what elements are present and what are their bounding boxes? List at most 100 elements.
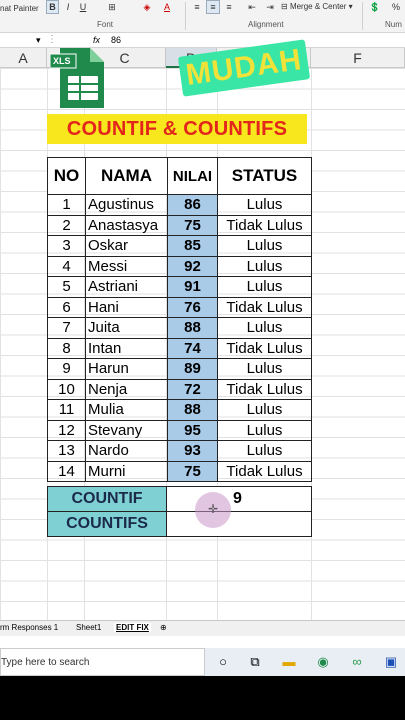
cell-nilai[interactable]: 72 [167, 378, 218, 400]
cell-no[interactable]: 3 [47, 235, 86, 257]
column-header-a[interactable]: A [0, 48, 47, 68]
header-nama[interactable]: NAMA [85, 157, 168, 195]
taskbar-search-placeholder: Type here to search [1, 657, 90, 668]
cell-nilai[interactable]: 93 [167, 440, 218, 462]
cell-no[interactable]: 1 [47, 194, 86, 216]
cell-nilai[interactable]: 92 [167, 255, 218, 277]
cell-status[interactable]: Lulus [217, 440, 312, 462]
italic-button[interactable]: I [62, 0, 74, 14]
add-sheet-icon[interactable]: ⊕ [160, 623, 167, 632]
cell-nama[interactable]: Agustinus [85, 194, 168, 216]
status-bar [0, 636, 405, 648]
cell-no[interactable]: 8 [47, 337, 86, 359]
cell-nilai[interactable]: 89 [167, 358, 218, 380]
cell-no[interactable]: 13 [47, 440, 86, 462]
cortana-icon[interactable]: ○ [214, 653, 232, 671]
tab-edit-fix[interactable]: EDIT FIX [114, 623, 151, 632]
cell-nama[interactable]: Intan [85, 337, 168, 359]
cell-nilai[interactable]: 74 [167, 337, 218, 359]
cell-status[interactable]: Lulus [217, 317, 312, 339]
cell-nama[interactable]: Nardo [85, 440, 168, 462]
cell-nilai[interactable]: 75 [167, 460, 218, 482]
header-status[interactable]: STATUS [217, 157, 312, 195]
data-table: NO NAMA NILAI STATUS 1 Agustinus 86 Lulus 2 A… [47, 157, 312, 482]
bold-button[interactable]: B [46, 0, 59, 14]
cell-no[interactable]: 11 [47, 399, 86, 421]
cell-status[interactable]: Lulus [217, 419, 312, 441]
tab-sheet1[interactable]: Sheet1 [76, 623, 101, 632]
cell-nilai[interactable]: 85 [167, 235, 218, 257]
tripadvisor-icon[interactable]: ∞ [348, 653, 366, 671]
cell-status[interactable]: Lulus [217, 235, 312, 257]
fill-color-icon[interactable]: ◈ [138, 0, 156, 14]
cell-nilai[interactable]: 75 [167, 214, 218, 236]
cell-nama[interactable]: Murni [85, 460, 168, 482]
cell-nama[interactable]: Hani [85, 296, 168, 318]
cell-no[interactable]: 6 [47, 296, 86, 318]
name-box-dropdown-icon[interactable]: ▾ [36, 35, 41, 46]
cell-no[interactable]: 10 [47, 378, 86, 400]
underline-button[interactable]: U [77, 0, 89, 14]
cell-no[interactable]: 9 [47, 358, 86, 380]
cell-nama[interactable]: Oskar [85, 235, 168, 257]
cell-no[interactable]: 2 [47, 214, 86, 236]
align-right-icon[interactable]: ≡ [222, 0, 236, 14]
cell-no[interactable]: 4 [47, 255, 86, 277]
app-window-icon[interactable]: ▣ [382, 653, 400, 671]
column-header-f[interactable]: F [311, 48, 405, 68]
formula-input[interactable]: 86 [111, 35, 121, 45]
cell-nama[interactable]: Messi [85, 255, 168, 277]
outdent-icon[interactable]: ⇥ [262, 0, 278, 14]
cell-nilai[interactable]: 76 [167, 296, 218, 318]
bottom-bar [0, 676, 405, 720]
cell-status[interactable]: Tidak Lulus [217, 337, 312, 359]
cell-status[interactable]: Tidak Lulus [217, 214, 312, 236]
cell-nilai[interactable]: 86 [167, 194, 218, 216]
task-view-icon[interactable]: ⧉ [246, 653, 264, 671]
header-no[interactable]: NO [47, 157, 86, 195]
cell-status[interactable]: Tidak Lulus [217, 296, 312, 318]
indent-icon[interactable]: ⇤ [244, 0, 260, 14]
cell-nilai[interactable]: 88 [167, 317, 218, 339]
percent-button[interactable]: % [390, 0, 402, 14]
countifs-label[interactable]: COUNTIFS [47, 511, 167, 537]
xls-logo-label: XLS [53, 56, 71, 66]
cell-nama[interactable]: Juita [85, 317, 168, 339]
cell-status[interactable]: Tidak Lulus [217, 460, 312, 482]
cell-nilai[interactable]: 88 [167, 399, 218, 421]
countif-value-cell[interactable]: 9 [166, 486, 312, 512]
cell-nilai[interactable]: 95 [167, 419, 218, 441]
cell-nama[interactable]: Harun [85, 358, 168, 380]
cell-status[interactable]: Lulus [217, 358, 312, 380]
cell-no[interactable]: 7 [47, 317, 86, 339]
align-center-icon[interactable]: ≡ [206, 0, 220, 14]
cell-nama[interactable]: Anastasya [85, 214, 168, 236]
header-nilai[interactable]: NILAI [167, 157, 218, 195]
countifs-value-cell[interactable] [166, 511, 312, 537]
cell-nilai[interactable]: 91 [167, 276, 218, 298]
cell-nama[interactable]: Nenja [85, 378, 168, 400]
tab-form-responses[interactable]: rm Responses 1 [0, 623, 58, 632]
countif-label[interactable]: COUNTIF [47, 486, 167, 512]
cell-no[interactable]: 12 [47, 419, 86, 441]
cell-nama[interactable]: Stevany [85, 419, 168, 441]
cell-status[interactable]: Lulus [217, 399, 312, 421]
cell-status[interactable]: Lulus [217, 276, 312, 298]
align-left-icon[interactable]: ≡ [190, 0, 204, 14]
format-painter-button[interactable]: nat Painter [0, 4, 39, 13]
cell-status[interactable]: Lulus [217, 194, 312, 216]
font-color-icon[interactable]: A [160, 0, 174, 14]
accounting-format-icon[interactable]: 💲 [366, 0, 384, 14]
cell-no[interactable]: 5 [47, 276, 86, 298]
borders-icon[interactable]: ⊞ [105, 0, 119, 14]
cell-nama[interactable]: Astriani [85, 276, 168, 298]
merge-center-button[interactable]: ⊟ Merge & Center ▾ [280, 0, 358, 14]
cell-status[interactable]: Lulus [217, 255, 312, 277]
fx-icon[interactable]: fx [93, 35, 100, 45]
taskbar-search[interactable]: Type here to search [0, 648, 205, 676]
cell-no[interactable]: 14 [47, 460, 86, 482]
cell-status[interactable]: Tidak Lulus [217, 378, 312, 400]
cell-nama[interactable]: Mulia [85, 399, 168, 421]
file-explorer-icon[interactable]: ▬ [280, 653, 298, 671]
app-icon[interactable]: ◉ [314, 653, 332, 671]
